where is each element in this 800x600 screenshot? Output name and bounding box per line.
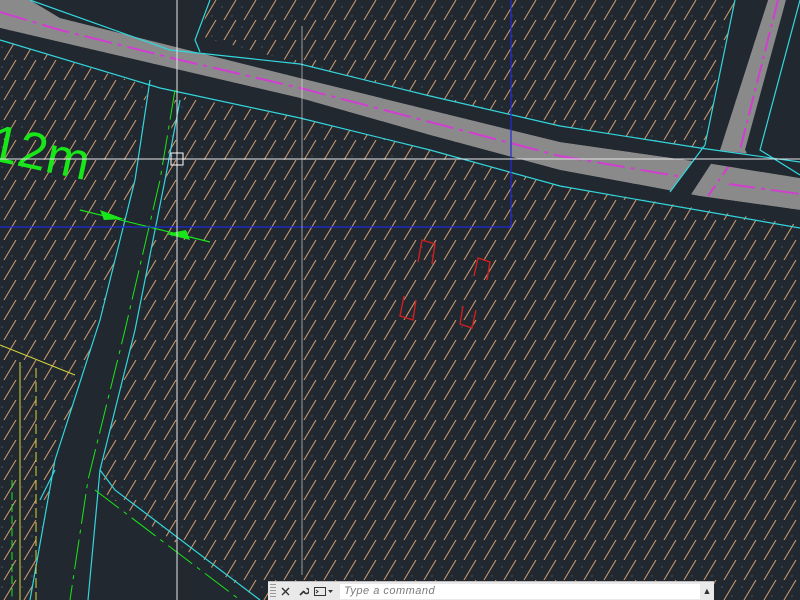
close-icon[interactable] bbox=[276, 583, 294, 600]
command-prompt-icon[interactable] bbox=[312, 583, 338, 600]
command-input[interactable] bbox=[340, 585, 700, 597]
model-space-drawing[interactable]: 12m bbox=[0, 0, 800, 600]
wrench-icon[interactable] bbox=[294, 583, 312, 600]
drawing-canvas[interactable]: 12m Type a command ▲ bbox=[0, 0, 800, 600]
command-line[interactable]: ▲ bbox=[268, 581, 714, 600]
scroll-up-icon[interactable]: ▲ bbox=[700, 586, 714, 596]
command-input-wrapper bbox=[340, 583, 700, 599]
